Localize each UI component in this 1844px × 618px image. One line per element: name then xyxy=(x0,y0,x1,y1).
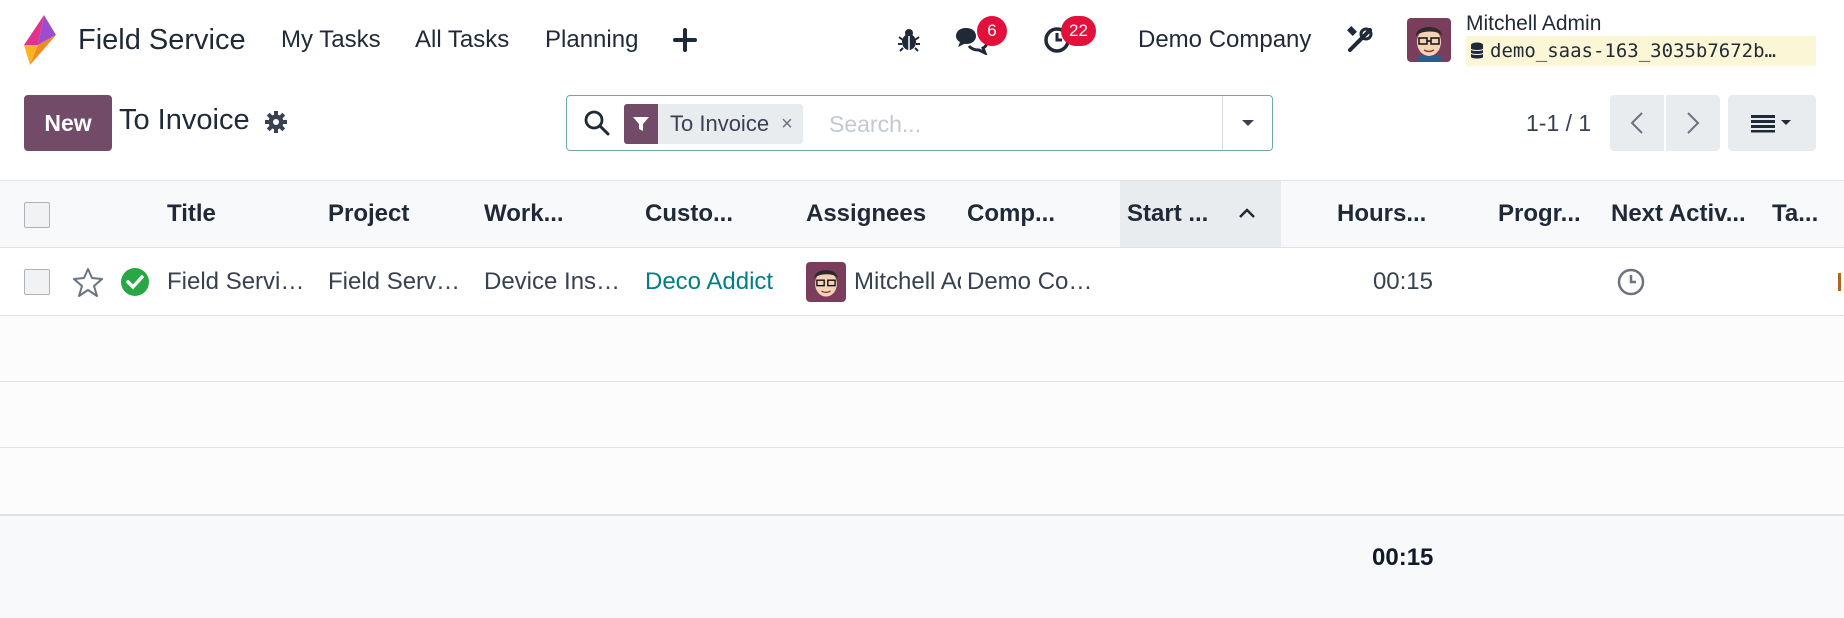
total-hours: 00:15 xyxy=(1372,544,1434,571)
cell-hours: 00:15 xyxy=(1372,268,1433,295)
row-color-marker xyxy=(1838,248,1844,316)
chevron-right-icon xyxy=(1687,112,1700,134)
cell-assignees[interactable]: Mitchell Admin xyxy=(806,248,961,316)
column-title[interactable]: Title xyxy=(167,181,317,247)
filter-icon xyxy=(624,104,658,144)
activities-badge: 22 xyxy=(1061,16,1096,46)
menu-my-tasks[interactable]: My Tasks xyxy=(281,0,381,80)
messages-badge: 6 xyxy=(977,16,1007,46)
pager-previous-button[interactable] xyxy=(1610,95,1664,151)
list-footer: 00:15 xyxy=(0,515,1844,618)
caret-down-icon xyxy=(1241,120,1254,126)
page-title: To Invoice xyxy=(119,104,250,136)
column-start-date-label: Start ... xyxy=(1127,200,1209,227)
search-options-toggle[interactable] xyxy=(1222,96,1272,150)
empty-row xyxy=(0,382,1844,448)
column-start-date[interactable]: Start ... xyxy=(1120,181,1281,247)
column-project[interactable]: Project xyxy=(328,181,478,247)
database-icon xyxy=(1470,42,1484,59)
search-facet: To Invoice × xyxy=(624,104,803,144)
cell-progress xyxy=(1498,248,1608,316)
top-navbar: Field Service My Tasks All Tasks Plannin… xyxy=(0,0,1844,80)
view-switcher-button[interactable] xyxy=(1728,95,1816,151)
cell-customer[interactable]: Deco Addict xyxy=(645,248,795,316)
facet-label: To Invoice xyxy=(670,111,770,136)
cell-worksheet: Device Ins… xyxy=(484,268,621,295)
search-bar: To Invoice × xyxy=(566,95,1273,151)
list-header: Title Project Work... Custo... Assignees… xyxy=(0,180,1844,248)
cell-start-date xyxy=(1128,248,1278,316)
pager-value[interactable]: 1-1 / 1 xyxy=(1526,110,1591,137)
app-name[interactable]: Field Service xyxy=(78,0,246,80)
empty-row xyxy=(0,448,1844,515)
column-progress[interactable]: Progr... xyxy=(1498,181,1608,247)
facet-remove-icon[interactable]: × xyxy=(781,113,803,136)
menu-all-tasks[interactable]: All Tasks xyxy=(415,0,509,80)
app-logo-icon[interactable] xyxy=(22,0,64,80)
done-check-icon[interactable] xyxy=(120,248,156,316)
assignee-avatar xyxy=(806,262,846,302)
column-tags[interactable]: Ta... xyxy=(1772,181,1832,247)
column-company[interactable]: Comp... xyxy=(967,181,1117,247)
favorite-star-icon[interactable] xyxy=(72,248,112,316)
activity-clock-icon[interactable] xyxy=(1616,248,1676,316)
search-input[interactable] xyxy=(829,106,1189,142)
new-button[interactable]: New xyxy=(24,95,112,151)
sort-ascending-icon xyxy=(1239,208,1255,218)
chevron-left-icon xyxy=(1630,112,1643,134)
database-chip: demo_saas-163_3035b7672b… xyxy=(1466,36,1816,66)
pager-next-button[interactable] xyxy=(1666,95,1720,151)
company-switcher[interactable]: Demo Company xyxy=(1138,0,1311,80)
user-name[interactable]: Mitchell Admin xyxy=(1466,12,1601,36)
search-icon[interactable] xyxy=(583,109,611,137)
task-list: Title Project Work... Custo... Assignees… xyxy=(0,180,1844,618)
row-checkbox[interactable] xyxy=(24,269,50,295)
debug-bug-icon[interactable] xyxy=(896,0,922,80)
gear-icon[interactable] xyxy=(264,110,288,134)
select-all-checkbox[interactable] xyxy=(24,202,50,228)
add-menu-plus-icon[interactable] xyxy=(672,0,698,80)
empty-row xyxy=(0,316,1844,382)
column-hours[interactable]: Hours... xyxy=(1337,181,1457,247)
cell-tags xyxy=(1772,248,1832,316)
user-avatar[interactable] xyxy=(1407,0,1451,80)
list-view-icon xyxy=(1751,115,1791,133)
assignee-name: Mitchell Admin xyxy=(854,268,961,295)
column-customer[interactable]: Custo... xyxy=(645,181,795,247)
database-name: demo_saas-163_3035b7672b… xyxy=(1490,40,1776,62)
cell-project: Field Serv… xyxy=(328,268,461,295)
column-next-activity[interactable]: Next Activ... xyxy=(1611,181,1761,247)
cell-title: Field Servi… xyxy=(167,268,305,295)
cell-company: Demo Co… xyxy=(967,268,1093,295)
column-assignees[interactable]: Assignees xyxy=(806,181,956,247)
settings-tools-icon[interactable] xyxy=(1346,0,1374,80)
column-worksheet[interactable]: Work... xyxy=(484,181,634,247)
menu-planning[interactable]: Planning xyxy=(545,0,638,80)
table-row[interactable]: Field Servi… Field Serv… Device Ins… Dec… xyxy=(0,248,1844,316)
